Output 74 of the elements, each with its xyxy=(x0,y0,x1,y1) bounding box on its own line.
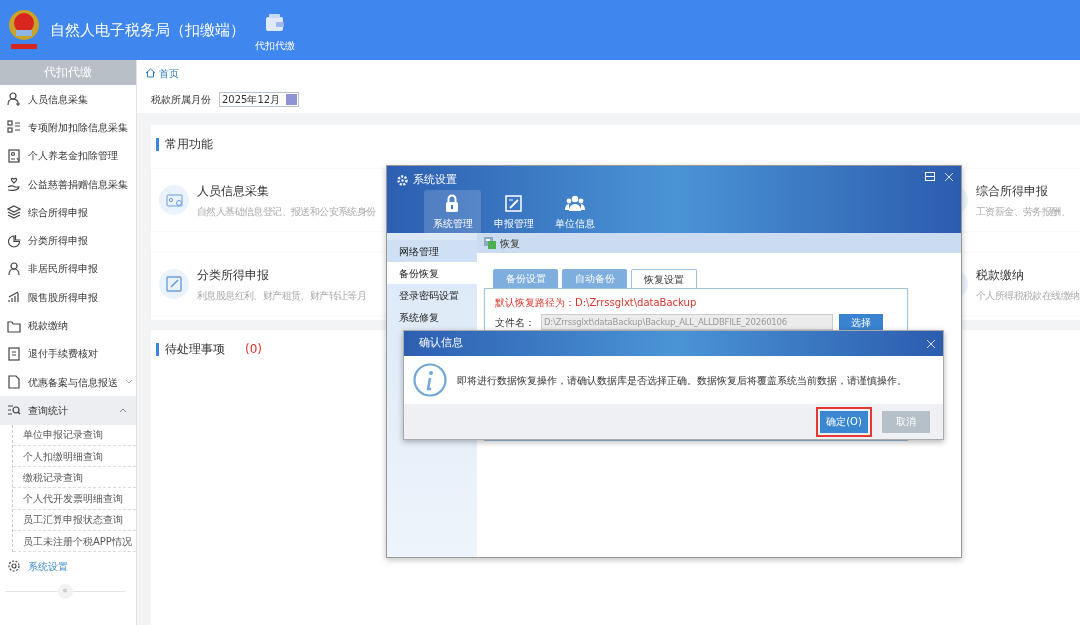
field-label: 税款所属月份 xyxy=(151,93,211,107)
sidebar-item[interactable]: 查询统计 xyxy=(0,396,136,425)
restore-icon[interactable] xyxy=(925,172,935,181)
sidebar-item[interactable]: 分类所得申报 xyxy=(0,226,136,255)
confirm-button[interactable]: 确定(O) xyxy=(820,410,868,433)
function-description: 工资薪金、劳务报酬、 xyxy=(976,204,1070,219)
sidebar-item[interactable]: 综合所得申报 xyxy=(0,198,136,227)
pending-count: (0) xyxy=(245,341,262,358)
gear-icon xyxy=(7,559,21,574)
dialog-nav-item[interactable]: 登录密码设置 xyxy=(387,284,477,306)
dialog-tab[interactable]: 申报管理 xyxy=(485,189,542,234)
sidebar-item[interactable]: 专项附加扣除信息采集 xyxy=(0,113,136,142)
wallet-icon xyxy=(265,13,285,32)
section-title: 待处理事项 xyxy=(165,341,225,358)
close-icon[interactable] xyxy=(927,339,935,348)
dialog-title: 系统设置 xyxy=(413,172,457,188)
chevron-up-icon xyxy=(119,407,127,414)
month-select[interactable]: 2025年12月 xyxy=(219,92,299,107)
sidebar-item[interactable]: 限售股所得申报 xyxy=(0,283,136,312)
hand-heart-icon xyxy=(7,177,21,192)
dialog-tab[interactable]: 系统管理 xyxy=(424,189,481,234)
settings-tab[interactable]: 恢复设置 xyxy=(631,269,697,288)
sidebar-subitem[interactable]: 个人代开发票明细查询 xyxy=(13,488,136,510)
layers-icon xyxy=(7,205,21,220)
function-title: 综合所得申报 xyxy=(976,182,1049,200)
close-icon[interactable] xyxy=(945,172,953,181)
dialog-nav-item[interactable]: 备份恢复 xyxy=(387,262,477,284)
sidebar-subitem[interactable]: 缴税记录查询 xyxy=(13,467,136,489)
list-icon xyxy=(7,120,21,135)
restore-icon xyxy=(483,236,497,250)
sidebar-item[interactable]: 人员信息采集 xyxy=(0,85,136,114)
sidebar-item[interactable]: 退付手续费核对 xyxy=(0,339,136,368)
function-description: 自然人基础信息登记、报送和公安系统身份 xyxy=(197,204,376,219)
emblem-logo xyxy=(6,8,42,52)
app-title: 自然人电子税务局（扣缴端） xyxy=(50,19,240,41)
breadcrumb-link[interactable]: 首页 xyxy=(159,65,179,81)
home-icon xyxy=(145,68,156,78)
search-list-icon xyxy=(7,403,21,418)
info-icon xyxy=(413,363,447,397)
nav-tab[interactable]: 代扣代缴 xyxy=(255,37,295,53)
sidebar-item[interactable]: 系统设置 xyxy=(0,552,136,581)
people-icon xyxy=(564,193,585,213)
document-list-icon xyxy=(7,346,21,361)
function-description: 个人所得税税款在线缴纳 xyxy=(976,288,1080,303)
pie-chart-icon xyxy=(7,233,21,248)
sidebar-item[interactable]: 个人养老金扣除管理 xyxy=(0,141,136,170)
sidebar-item[interactable]: 非居民所得申报 xyxy=(0,254,136,284)
function-title: 人员信息采集 xyxy=(197,182,270,200)
function-description: 利息股息红利、财产租赁、财产转让等月 xyxy=(197,288,367,303)
function-title: 分类所得申报 xyxy=(197,266,270,284)
person-add-icon xyxy=(7,92,21,107)
dialog-tab[interactable]: 单位信息 xyxy=(546,189,603,234)
document-icon xyxy=(7,375,21,390)
dialog-nav-item[interactable]: 网络管理 xyxy=(387,240,477,262)
sidebar-item[interactable]: 优惠备案与信息报送 xyxy=(0,367,136,397)
section-label: 恢复 xyxy=(500,236,520,251)
person-icon xyxy=(7,261,21,276)
folder-icon xyxy=(7,318,21,333)
sidebar-item[interactable]: 税款缴纳 xyxy=(0,311,136,340)
function-title: 税款缴纳 xyxy=(976,266,1025,284)
bar-chart-icon xyxy=(7,290,21,305)
gear-icon xyxy=(397,174,408,186)
sidebar-title: 代扣代缴 xyxy=(0,60,136,85)
field-label: 文件名： xyxy=(495,315,535,330)
section-title: 常用功能 xyxy=(165,136,213,153)
dialog-message: 即将进行数据恢复操作，请确认数据库是否选择正确。数据恢复后将覆盖系统当前数据，请谨慎操作。 xyxy=(457,373,907,388)
sidebar-subitem[interactable]: 单位申报记录查询 xyxy=(13,424,136,446)
choose-button[interactable]: 选择 xyxy=(839,314,883,330)
sidebar-subitem[interactable]: 个人扣缴明细查询 xyxy=(13,445,136,468)
sidebar-subitem[interactable]: 员工汇算申报状态查询 xyxy=(13,509,136,532)
sidebar-subitem[interactable]: 员工未注册个税APP情况 xyxy=(13,531,136,553)
chevron-down-icon xyxy=(125,379,133,386)
sidebar-item[interactable]: 公益慈善捐赠信息采集 xyxy=(0,169,136,199)
dialog-title: 确认信息 xyxy=(419,335,463,352)
